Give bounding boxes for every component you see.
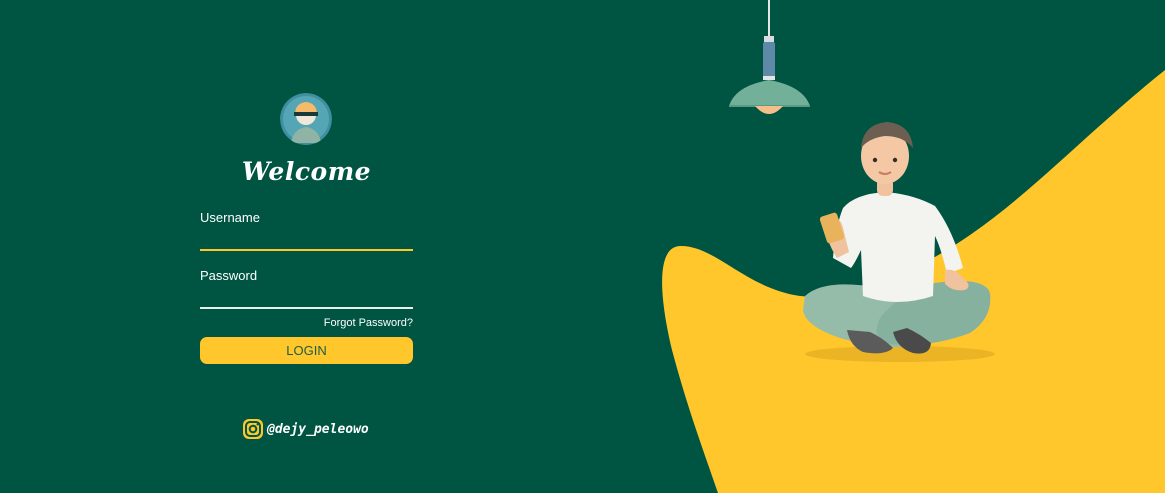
forgot-password-link[interactable]: Forgot Password? — [324, 317, 413, 329]
username-input[interactable] — [200, 231, 413, 251]
username-label: Username — [200, 210, 260, 225]
person-illustration — [803, 122, 995, 362]
social-link[interactable]: @dejy_peleowo — [242, 417, 369, 441]
pendant-lamp-icon — [729, 0, 810, 114]
login-page: Welcome Username Password Forgot Passwor… — [0, 0, 1165, 493]
password-input[interactable] — [200, 289, 413, 309]
password-label: Password — [200, 268, 258, 283]
user-avatar-icon — [280, 93, 332, 145]
page-title: Welcome — [241, 157, 372, 186]
social-handle: @dejy_peleowo — [267, 421, 369, 437]
login-button[interactable]: LOGIN — [200, 337, 413, 364]
instagram-icon — [243, 419, 263, 439]
